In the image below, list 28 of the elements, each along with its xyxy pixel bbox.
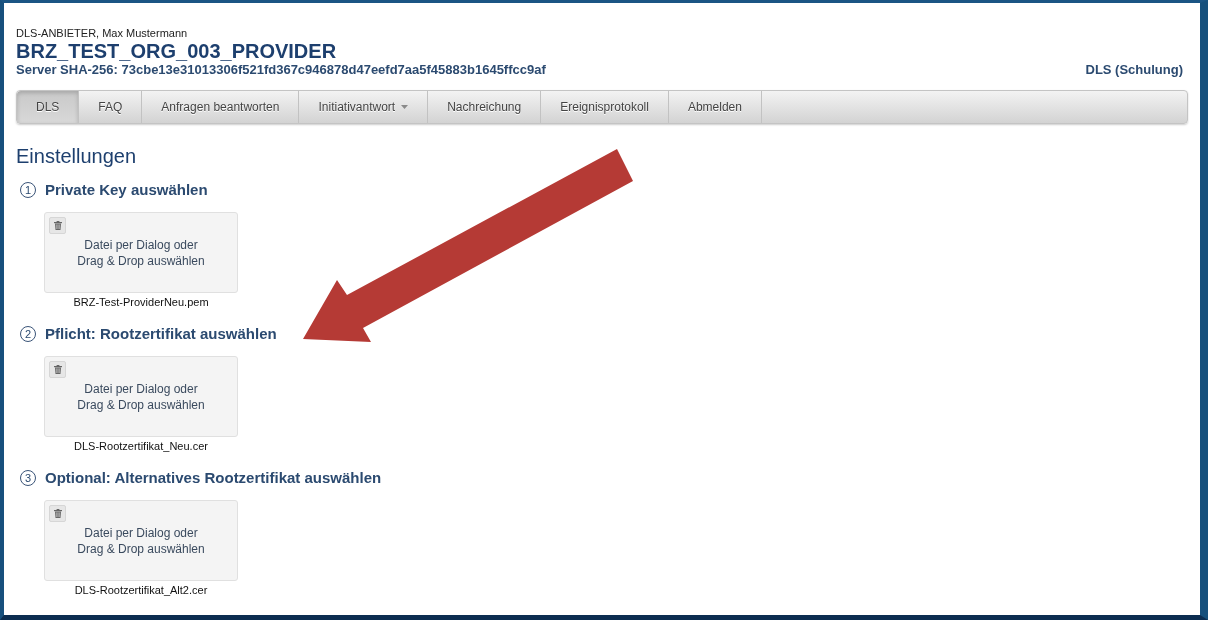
nav-tab[interactable]: Nachreichung — [428, 91, 542, 123]
environment-label: DLS (Schulung) — [1085, 62, 1184, 78]
trash-icon — [53, 365, 62, 374]
file-name: DLS-Rootzertifikat_Neu.cer — [74, 439, 208, 453]
trash-icon — [53, 221, 62, 230]
nav-tab[interactable]: Abmelden — [668, 91, 762, 123]
server-hash: Server SHA-256: 73cbe13e31013306f521fd367c946878d47eefd7aa5f45883b1645ffcc9af — [16, 62, 546, 78]
delete-button[interactable] — [49, 217, 66, 234]
nav-tab[interactable]: Ereignisprotokoll — [541, 91, 669, 123]
nav-tab[interactable]: Anfragen beantworten — [142, 91, 300, 123]
nav-tab[interactable]: Initiativantwort — [299, 91, 429, 123]
delete-button[interactable] — [49, 361, 66, 378]
step-heading: Private Key auswählen — [45, 179, 208, 200]
user-name: DLS-ANBIETER, Max Mustermann — [16, 27, 188, 40]
file-drop-zone[interactable]: Datei per Dialog oder Drag & Drop auswählen — [44, 356, 238, 437]
page-title: Einstellungen — [16, 144, 137, 168]
trash-icon — [53, 509, 62, 518]
file-drop-zone[interactable]: Datei per Dialog oder Drag & Drop auswählen — [44, 212, 238, 293]
file-name: DLS-Rootzertifikat_Alt2.cer — [74, 583, 208, 597]
caret-icon — [401, 105, 409, 109]
nav-tab[interactable]: FAQ — [79, 91, 143, 123]
file-drop-zone[interactable]: Datei per Dialog oder Drag & Drop auswählen — [44, 500, 238, 581]
nav-tab[interactable]: DLS — [17, 91, 80, 123]
step-heading: Pflicht: Rootzertifikat auswählen — [45, 323, 277, 344]
delete-button[interactable] — [49, 505, 66, 522]
step-heading: Optional: Alternatives Rootzertifikat auswählen — [45, 467, 382, 488]
organization-title: BRZ_TEST_ORG_003_PROVIDER — [16, 40, 337, 62]
file-name: BRZ-Test-ProviderNeu.pem — [73, 295, 209, 309]
